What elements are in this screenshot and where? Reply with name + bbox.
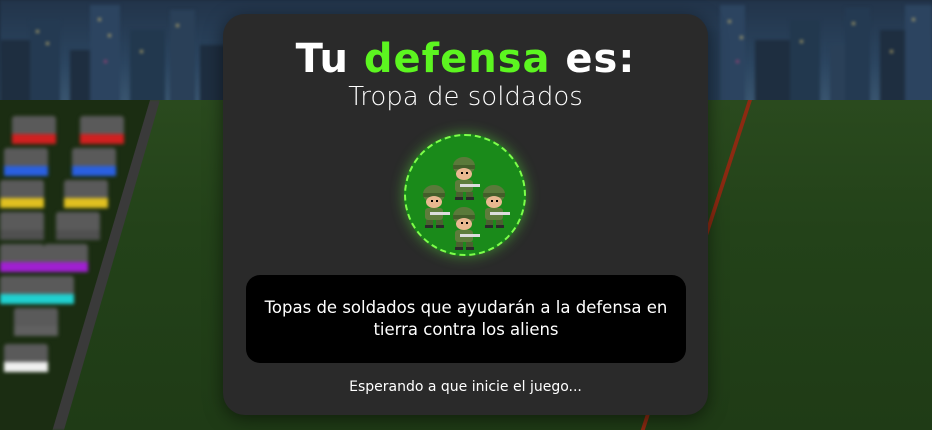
defense-block	[56, 212, 100, 240]
defense-block	[64, 180, 108, 208]
waiting-status: Esperando a que inicie el juego...	[349, 379, 582, 395]
defense-block	[4, 148, 48, 176]
title-suffix: es:	[550, 36, 636, 82]
defense-title: Tu defensa es:	[223, 36, 708, 82]
defense-block	[80, 116, 124, 144]
title-prefix: Tu	[295, 36, 364, 82]
defense-block	[12, 116, 56, 144]
defense-block	[4, 344, 48, 372]
defense-block	[14, 308, 58, 336]
title-highlight: defensa	[363, 36, 551, 82]
defense-name: Tropa de soldados	[348, 82, 583, 112]
defense-panel: Tu defensa es: Tropa de soldados Topas d…	[223, 14, 708, 415]
defense-block	[0, 180, 44, 208]
defense-block	[0, 244, 44, 272]
defense-block	[44, 244, 88, 272]
description-box: Topas de soldados que ayudarán a la defe…	[246, 275, 686, 363]
defense-description: Topas de soldados que ayudarán a la defe…	[264, 298, 668, 339]
soldier-troop-icon	[404, 134, 526, 256]
defense-block	[72, 148, 116, 176]
defense-block	[0, 212, 44, 240]
defense-block	[30, 276, 74, 304]
